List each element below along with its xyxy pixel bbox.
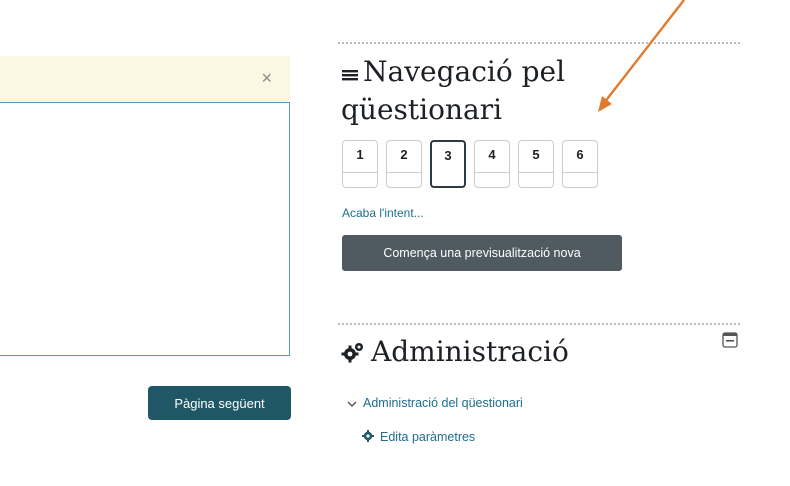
annotation-arrow [598, 0, 685, 112]
